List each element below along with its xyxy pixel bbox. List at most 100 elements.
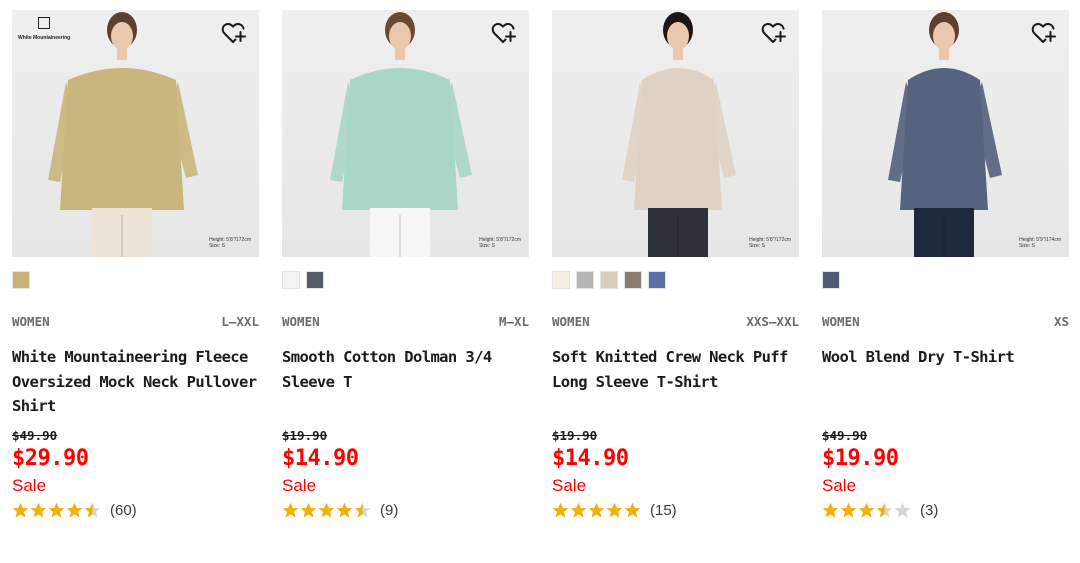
heart-plus-icon (761, 21, 787, 50)
rating-stars (12, 502, 101, 519)
color-swatch[interactable] (12, 271, 30, 289)
color-swatch[interactable] (600, 271, 618, 289)
add-to-wishlist-button[interactable] (489, 20, 519, 50)
star-icon (858, 502, 875, 517)
gender-label: WOMEN (282, 314, 320, 329)
color-swatch[interactable] (822, 271, 840, 289)
product-card[interactable]: Height: 5'8"/172cm Size: S WOMEN M–XL Smooth… (282, 10, 529, 520)
rating[interactable]: (15) (552, 500, 799, 520)
heart-plus-icon (1031, 21, 1057, 50)
color-swatches (822, 271, 1069, 289)
product-meta: WOMEN XS (822, 314, 1069, 330)
color-swatches (552, 271, 799, 289)
star-icon (66, 502, 83, 517)
color-swatch[interactable] (576, 271, 594, 289)
star-icon (840, 502, 857, 517)
star-icon (48, 502, 65, 517)
gender-label: WOMEN (822, 314, 860, 329)
star-icon (552, 502, 569, 517)
model-info: Height: 5'8"/172cm Size: S (479, 237, 521, 249)
sale-price: $14.90 (282, 446, 359, 471)
product-name[interactable]: Soft Knitted Crew Neck Puff Long Sleeve … (552, 345, 799, 419)
brand-logo: White Mountaineering (18, 16, 71, 46)
star-icon (30, 502, 47, 517)
rating-stars (552, 502, 641, 519)
product-meta: WOMEN M–XL (282, 314, 529, 330)
model-size: Size: S (479, 243, 495, 249)
star-icon (336, 502, 353, 517)
rating[interactable]: (60) (12, 500, 259, 520)
size-range: L–XXL (221, 314, 259, 329)
product-card[interactable]: White Mountaineering Height: 5'8"/172cm Si… (12, 10, 259, 520)
gender-label: WOMEN (552, 314, 590, 329)
model-info: Height: 5'8"/172cm Size: S (749, 237, 791, 249)
rating-stars (282, 502, 371, 519)
brand-logo-text: White Mountaineering (18, 35, 71, 41)
sale-label: Sale (552, 476, 587, 495)
model-size: Size: S (209, 243, 225, 249)
original-price: $49.90 (822, 428, 868, 443)
product-meta: WOMEN XXS–XXL (552, 314, 799, 330)
product-name[interactable]: Wool Blend Dry T-Shirt (822, 345, 1069, 419)
review-count: (3) (920, 501, 939, 519)
brand-mark-icon (38, 17, 50, 29)
product-name[interactable]: White Mountaineering Fleece Oversized Mo… (12, 345, 259, 419)
add-to-wishlist-button[interactable] (759, 20, 789, 50)
star-icon (570, 502, 587, 517)
star-half-icon (84, 502, 101, 517)
star-icon (894, 502, 911, 517)
color-swatch[interactable] (552, 271, 570, 289)
color-swatches (282, 271, 529, 289)
star-icon (12, 502, 29, 517)
gender-label: WOMEN (12, 314, 50, 329)
product-image[interactable]: Height: 5'9"/174cm Size: S (822, 10, 1069, 257)
star-icon (822, 502, 839, 517)
sale-price: $29.90 (12, 446, 89, 471)
star-icon (318, 502, 335, 517)
review-count: (60) (110, 501, 137, 519)
color-swatch[interactable] (624, 271, 642, 289)
add-to-wishlist-button[interactable] (219, 20, 249, 50)
size-range: M–XL (498, 314, 529, 329)
model-info: Height: 5'8"/172cm Size: S (209, 237, 251, 249)
rating[interactable]: (3) (822, 500, 1069, 520)
sale-price: $19.90 (822, 446, 899, 471)
size-range: XS (1053, 314, 1069, 329)
rating[interactable]: (9) (282, 500, 529, 520)
original-price: $19.90 (282, 428, 328, 443)
model-size: Size: S (1019, 243, 1035, 249)
product-card[interactable]: Height: 5'8"/172cm Size: S WOMEN XXS–XXL Sof… (552, 10, 799, 520)
color-swatch[interactable] (306, 271, 324, 289)
color-swatch[interactable] (648, 271, 666, 289)
review-count: (15) (650, 501, 677, 519)
product-image[interactable]: White Mountaineering Height: 5'8"/172cm Si… (12, 10, 259, 257)
sale-label: Sale (822, 476, 857, 495)
star-icon (624, 502, 641, 517)
product-card[interactable]: Height: 5'9"/174cm Size: S WOMEN XS Wool Ble… (822, 10, 1069, 520)
review-count: (9) (380, 501, 399, 519)
original-price: $49.90 (12, 428, 58, 443)
size-range: XXS–XXL (746, 314, 799, 329)
heart-plus-icon (221, 21, 247, 50)
sale-label: Sale (282, 476, 317, 495)
sale-price: $14.90 (552, 446, 629, 471)
product-image[interactable]: Height: 5'8"/172cm Size: S (282, 10, 529, 257)
add-to-wishlist-button[interactable] (1029, 20, 1059, 50)
model-info: Height: 5'9"/174cm Size: S (1019, 237, 1061, 249)
star-icon (282, 502, 299, 517)
star-icon (588, 502, 605, 517)
star-icon (300, 502, 317, 517)
product-meta: WOMEN L–XXL (12, 314, 259, 330)
original-price: $19.90 (552, 428, 598, 443)
color-swatches (12, 271, 259, 289)
product-image[interactable]: Height: 5'8"/172cm Size: S (552, 10, 799, 257)
rating-stars (822, 502, 911, 519)
star-half-icon (354, 502, 371, 517)
product-grid: White Mountaineering Height: 5'8"/172cm Si… (0, 0, 1080, 563)
heart-plus-icon (491, 21, 517, 50)
star-half-icon (876, 502, 893, 517)
star-icon (606, 502, 623, 517)
product-name[interactable]: Smooth Cotton Dolman 3/4 Sleeve T (282, 345, 529, 419)
sale-label: Sale (12, 476, 47, 495)
color-swatch[interactable] (282, 271, 300, 289)
